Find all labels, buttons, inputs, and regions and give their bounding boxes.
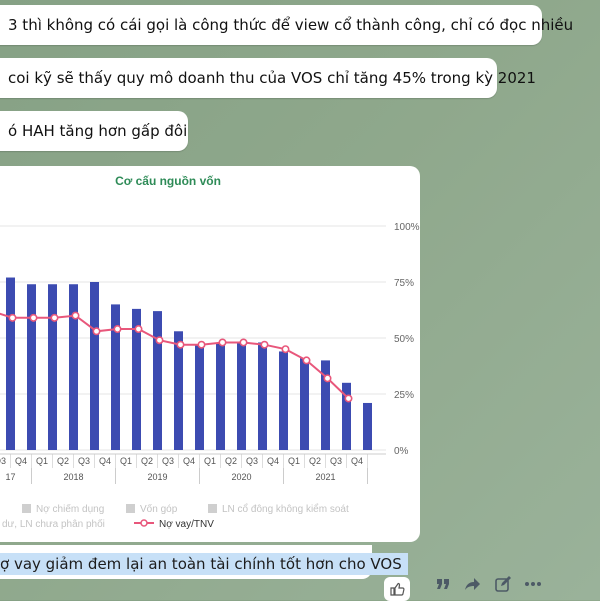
ratio-point	[155, 336, 164, 345]
x-tick-label: Q4	[267, 456, 279, 466]
ratio-point	[218, 338, 227, 347]
legend-swatch	[22, 504, 31, 513]
message-text-1: 3 thì không có cái gọi là công thức để v…	[8, 16, 574, 34]
x-tick-label: Q2	[141, 456, 153, 466]
x-tick-label: Q1	[120, 456, 132, 466]
caption-bubble[interactable]: ợ vay giảm đem lại an toàn tài chính tốt…	[0, 545, 408, 579]
legend-label: Vốn góp	[140, 503, 178, 515]
x-year-label: 17	[5, 472, 15, 482]
ratio-point	[197, 340, 206, 349]
ratio-point	[71, 311, 80, 320]
bar	[237, 342, 246, 450]
ratio-point	[92, 327, 101, 336]
ratio-point	[50, 313, 59, 322]
ratio-point	[176, 340, 185, 349]
x-year-label: 2019	[147, 472, 167, 482]
ratio-point	[323, 374, 332, 383]
quote-button[interactable]	[432, 573, 454, 595]
legend-label: dư, LN chưa phân phối	[2, 518, 105, 530]
message-bubble-2[interactable]: coi kỹ sẽ thấy quy mô doanh thu của VOS …	[0, 58, 536, 98]
bar	[174, 331, 183, 450]
legend-label: Nợ vay/TNV	[159, 519, 214, 530]
message-action-bar	[432, 570, 552, 598]
x-tick-label: Q4	[351, 456, 363, 466]
x-year-label: 2018	[63, 472, 83, 482]
message-text-3: ó HAH tăng hơn gấp đôi	[8, 122, 188, 140]
x-year-label: 2020	[231, 472, 251, 482]
x-tick-label: Q2	[225, 456, 237, 466]
bar	[300, 358, 309, 450]
bar	[27, 284, 36, 450]
bar	[216, 342, 225, 450]
more-button[interactable]	[522, 573, 544, 595]
x-tick-label: Q4	[183, 456, 195, 466]
edit-button[interactable]	[492, 573, 514, 595]
caption-text: ợ vay giảm đem lại an toàn tài chính tốt…	[0, 553, 408, 575]
ratio-point	[302, 356, 311, 365]
x-tick-label: Q3	[0, 456, 6, 466]
y-tick-label: 50%	[394, 334, 414, 345]
bar	[153, 311, 162, 450]
thumbs-up-icon	[390, 582, 405, 596]
quote-icon	[437, 579, 449, 589]
chart-image-message[interactable]: Cơ cấu nguồn vốn 100% 75% 50% 25% 0% Q3 Q4 Q1 Q2 Q…	[0, 166, 420, 542]
capital-structure-chart: Cơ cấu nguồn vốn 100% 75% 50% 25% 0% Q3 Q4 Q1 Q2 Q…	[0, 174, 420, 530]
bar	[6, 277, 15, 450]
ratio-point	[29, 313, 38, 322]
x-tick-label: Q4	[99, 456, 111, 466]
y-tick-label: 0%	[394, 446, 409, 457]
legend-label: Nợ chiếm dụng	[36, 503, 104, 515]
bar	[195, 344, 204, 450]
bar	[48, 284, 57, 450]
legend-label: LN cổ đông không kiểm soát	[222, 503, 349, 515]
bar	[90, 282, 99, 450]
chart-title: Cơ cấu nguồn vốn	[115, 174, 221, 188]
x-tick-label: Q3	[330, 456, 342, 466]
reaction-button[interactable]	[384, 577, 410, 601]
message-text-2: coi kỹ sẽ thấy quy mô doanh thu của VOS …	[8, 69, 536, 87]
legend-swatch-dot	[140, 519, 148, 527]
ratio-point	[239, 338, 248, 347]
bar	[279, 351, 288, 450]
bar	[69, 284, 78, 450]
y-tick-label: 75%	[394, 278, 414, 289]
message-bubble-3[interactable]: ó HAH tăng hơn gấp đôi	[0, 111, 188, 151]
more-icon	[525, 582, 541, 586]
share-button[interactable]	[462, 573, 484, 595]
ratio-point	[113, 325, 122, 334]
ratio-point	[281, 345, 290, 354]
x-year-label: 2021	[315, 472, 335, 482]
x-tick-label: Q3	[246, 456, 258, 466]
x-tick-label: Q1	[36, 456, 48, 466]
x-tick-label: Q3	[78, 456, 90, 466]
bar	[363, 402, 372, 450]
ratio-point	[260, 340, 269, 349]
legend-swatch	[126, 504, 135, 513]
ratio-point	[344, 394, 353, 403]
edit-icon	[495, 576, 511, 592]
ratio-point	[8, 313, 17, 322]
x-tick-label: Q1	[204, 456, 216, 466]
x-tick-label: Q2	[309, 456, 321, 466]
y-tick-label: 100%	[394, 222, 420, 233]
share-icon	[465, 578, 480, 590]
x-tick-label: Q1	[288, 456, 300, 466]
y-tick-label: 25%	[394, 390, 414, 401]
bar	[258, 342, 267, 450]
x-tick-label: Q3	[162, 456, 174, 466]
x-tick-label: Q2	[57, 456, 69, 466]
ratio-point	[134, 325, 143, 334]
legend-swatch	[208, 504, 217, 513]
x-tick-label: Q4	[15, 456, 27, 466]
message-bubble-1[interactable]: 3 thì không có cái gọi là công thức để v…	[0, 5, 573, 45]
